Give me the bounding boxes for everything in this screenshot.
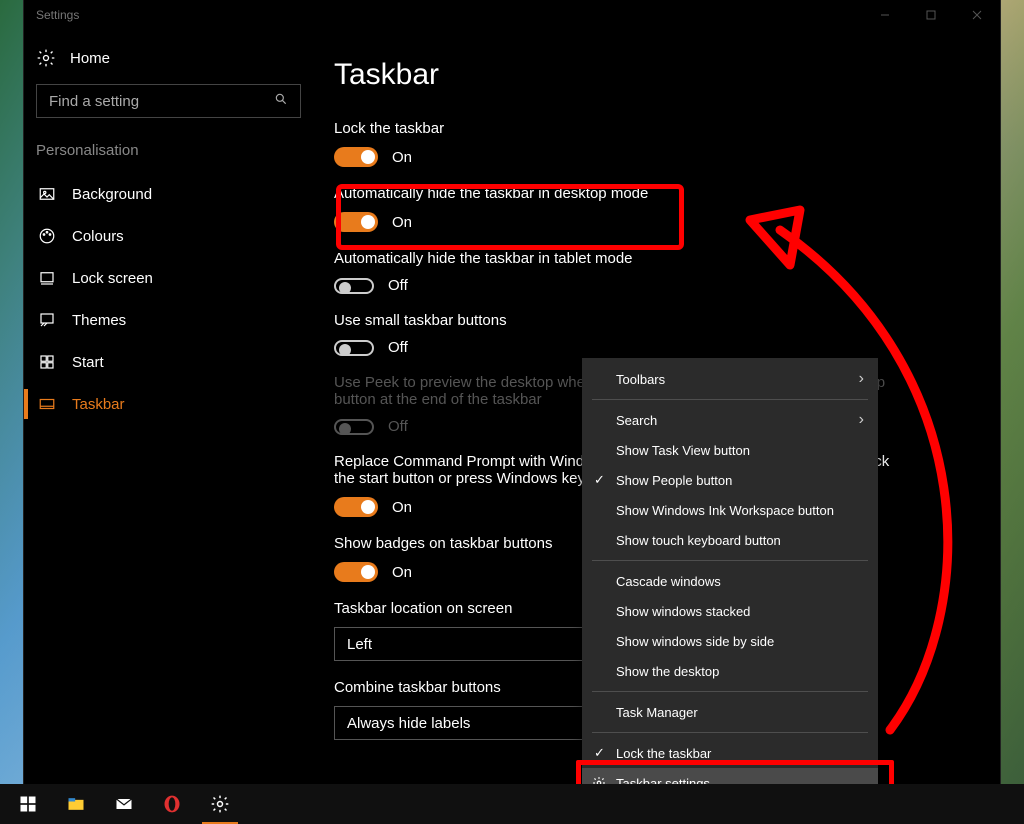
palette-icon bbox=[38, 227, 56, 245]
option-lock-taskbar: Lock the taskbar On bbox=[334, 120, 894, 167]
toggle-state: Off bbox=[388, 339, 408, 356]
gear-icon bbox=[36, 48, 56, 68]
toggle-autohide-desktop[interactable] bbox=[334, 212, 378, 232]
menu-item-touchkeyboard[interactable]: Show touch keyboard button bbox=[582, 525, 878, 555]
menu-item-locktaskbar[interactable]: Lock the taskbar bbox=[582, 738, 878, 768]
option-autohide-tablet: Automatically hide the taskbar in tablet… bbox=[334, 250, 894, 294]
menu-item-sidebyside[interactable]: Show windows side by side bbox=[582, 626, 878, 656]
taskbar[interactable] bbox=[0, 784, 1024, 824]
option-label: Automatically hide the taskbar in deskto… bbox=[334, 185, 894, 202]
menu-item-ink[interactable]: Show Windows Ink Workspace button bbox=[582, 495, 878, 525]
sidebar-item-start[interactable]: Start bbox=[24, 341, 324, 383]
opera-icon[interactable] bbox=[148, 784, 196, 824]
toggle-autohide-tablet[interactable] bbox=[334, 278, 374, 294]
page-title: Taskbar bbox=[334, 58, 960, 92]
menu-item-taskview[interactable]: Show Task View button bbox=[582, 435, 878, 465]
sidebar-item-label: Background bbox=[72, 186, 152, 203]
menu-item-stacked[interactable]: Show windows stacked bbox=[582, 596, 878, 626]
menu-item-toolbars[interactable]: Toolbars bbox=[582, 364, 878, 394]
menu-separator bbox=[592, 691, 868, 692]
toggle-state: On bbox=[392, 149, 412, 166]
option-autohide-desktop: Automatically hide the taskbar in deskto… bbox=[334, 185, 894, 232]
lockscreen-icon bbox=[38, 269, 56, 287]
menu-item-taskmanager[interactable]: Task Manager bbox=[582, 697, 878, 727]
search-box[interactable] bbox=[36, 84, 301, 118]
sidebar-item-lockscreen[interactable]: Lock screen bbox=[24, 257, 324, 299]
sidebar-item-themes[interactable]: Themes bbox=[24, 299, 324, 341]
search-icon bbox=[274, 92, 288, 110]
close-button[interactable] bbox=[954, 0, 1000, 30]
titlebar: Settings bbox=[24, 0, 1000, 30]
toggle-state: On bbox=[392, 564, 412, 581]
menu-separator bbox=[592, 399, 868, 400]
themes-icon bbox=[38, 311, 56, 329]
option-label: Automatically hide the taskbar in tablet… bbox=[334, 250, 894, 267]
home-button[interactable]: Home bbox=[24, 46, 324, 84]
toggle-state: On bbox=[392, 499, 412, 516]
menu-separator bbox=[592, 732, 868, 733]
settings-taskbar-icon[interactable] bbox=[196, 784, 244, 824]
sidebar-item-label: Taskbar bbox=[72, 396, 125, 413]
sidebar-item-label: Colours bbox=[72, 228, 124, 245]
option-label: Lock the taskbar bbox=[334, 120, 894, 137]
menu-item-cascade[interactable]: Cascade windows bbox=[582, 566, 878, 596]
option-small-buttons: Use small taskbar buttons Off bbox=[334, 312, 894, 356]
start-button[interactable] bbox=[4, 784, 52, 824]
search-input[interactable] bbox=[49, 93, 249, 110]
taskbar-context-menu: Toolbars Search Show Task View button Sh… bbox=[582, 358, 878, 804]
home-label: Home bbox=[70, 50, 110, 67]
toggle-small-buttons[interactable] bbox=[334, 340, 374, 356]
sidebar-item-background[interactable]: Background bbox=[24, 173, 324, 215]
sidebar-item-label: Lock screen bbox=[72, 270, 153, 287]
sidebar-item-label: Start bbox=[72, 354, 104, 371]
toggle-lock-taskbar[interactable] bbox=[334, 147, 378, 167]
menu-item-showdesktop[interactable]: Show the desktop bbox=[582, 656, 878, 686]
select-value: Left bbox=[347, 636, 372, 653]
toggle-state: Off bbox=[388, 418, 408, 435]
menu-separator bbox=[592, 560, 868, 561]
picture-icon bbox=[38, 185, 56, 203]
sidebar-item-colours[interactable]: Colours bbox=[24, 215, 324, 257]
window-title: Settings bbox=[36, 8, 79, 22]
category-header: Personalisation bbox=[24, 142, 324, 173]
toggle-replace-cmd[interactable] bbox=[334, 497, 378, 517]
file-explorer-icon[interactable] bbox=[52, 784, 100, 824]
option-label: Use small taskbar buttons bbox=[334, 312, 894, 329]
toggle-peek bbox=[334, 419, 374, 435]
toggle-badges[interactable] bbox=[334, 562, 378, 582]
select-value: Always hide labels bbox=[347, 715, 470, 732]
toggle-state: On bbox=[392, 214, 412, 231]
minimize-button[interactable] bbox=[862, 0, 908, 30]
sidebar: Home Personalisation Background Colours bbox=[24, 30, 324, 784]
sidebar-item-taskbar[interactable]: Taskbar bbox=[24, 383, 324, 425]
maximize-button[interactable] bbox=[908, 0, 954, 30]
sidebar-item-label: Themes bbox=[72, 312, 126, 329]
start-icon bbox=[38, 353, 56, 371]
mail-icon[interactable] bbox=[100, 784, 148, 824]
toggle-state: Off bbox=[388, 277, 408, 294]
taskbar-icon bbox=[38, 395, 56, 413]
menu-item-people[interactable]: Show People button bbox=[582, 465, 878, 495]
menu-item-search[interactable]: Search bbox=[582, 405, 878, 435]
